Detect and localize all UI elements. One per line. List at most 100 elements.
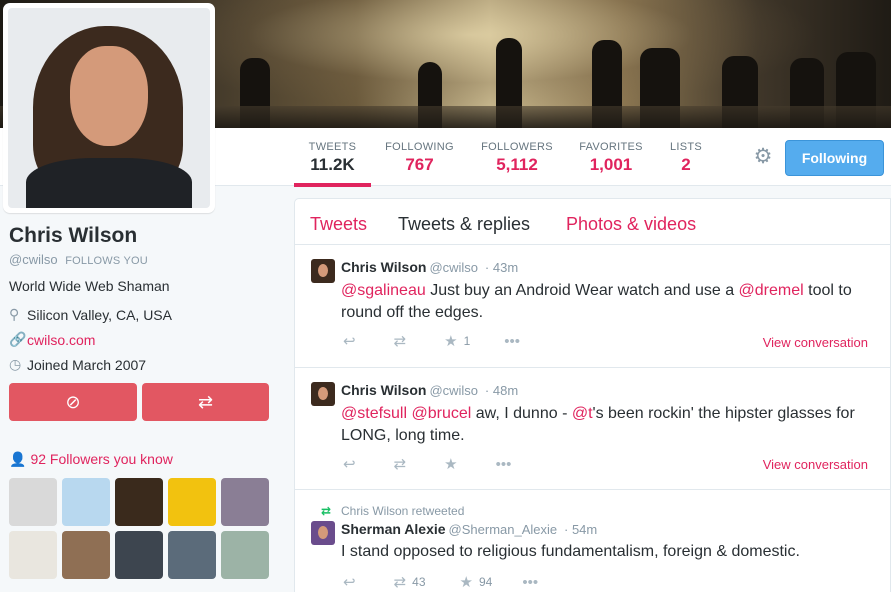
mute-button[interactable]: ⊘	[9, 383, 137, 421]
followers-you-know[interactable]: 👤 92 Followers you know	[9, 451, 173, 468]
tweet-author-name[interactable]: Chris Wilson	[341, 382, 426, 398]
view-conversation-link[interactable]: View conversation	[763, 335, 868, 350]
tweet-text: I stand opposed to religious fundamental…	[341, 543, 800, 560]
tweet-avatar[interactable]	[311, 259, 335, 283]
retweet-count: 43	[412, 575, 426, 589]
retweet-context: ⇄ Chris Wilson retweeted	[321, 504, 464, 518]
nav-lists[interactable]: LISTS 2	[664, 128, 708, 186]
tweet-timestamp[interactable]: · 43m	[485, 260, 518, 275]
tweet-author-handle[interactable]: @Sherman_Alexie	[449, 522, 558, 537]
tab-photos-and-videos[interactable]: Photos & videos	[566, 214, 696, 235]
follower-avatar[interactable]	[115, 531, 163, 579]
nav-lists-label: LISTS	[669, 141, 703, 153]
tweet-author-name[interactable]: Sherman Alexie	[341, 521, 446, 537]
mute-icon: ⊘	[65, 392, 81, 412]
mention-link[interactable]: @sgalineau	[341, 282, 426, 299]
nav-favorites[interactable]: FAVORITES 1,001	[576, 128, 646, 186]
follower-avatar[interactable]	[115, 478, 163, 526]
followers-you-know-label: 92 Followers you know	[30, 451, 173, 467]
tweet[interactable]: Chris Wilson @cwilso · 48m @stefsull @bru…	[295, 368, 890, 490]
nav-following-value: 767	[405, 155, 434, 174]
favorite-star-icon[interactable]: ★	[444, 455, 457, 473]
profile-location: Silicon Valley, CA, USA	[27, 306, 172, 323]
timeline: Tweets Tweets & replies Photos & videos …	[294, 198, 891, 592]
nav-following[interactable]: FOLLOWING 767	[382, 128, 457, 186]
tab-tweets[interactable]: Tweets	[310, 214, 367, 235]
profile-card: Chris Wilson @cwilso FOLLOWS YOU World W…	[9, 224, 274, 373]
tweet[interactable]: Chris Wilson @cwilso · 43m @sgalineau Jus…	[295, 245, 890, 368]
following-button[interactable]: Following	[785, 140, 884, 176]
link-icon: 🔗	[9, 331, 27, 347]
person-icon: 👤	[9, 451, 27, 467]
tweet-text-part: aw, I dunno -	[471, 405, 572, 422]
favorite-star-icon[interactable]: ★	[460, 573, 473, 591]
mention-link[interactable]: @t	[572, 405, 593, 422]
nav-lists-value: 2	[681, 155, 691, 174]
retweets-toggle-button[interactable]: ⇄	[142, 383, 269, 421]
view-conversation-link[interactable]: View conversation	[763, 457, 868, 472]
retweet-icon[interactable]: ⇄	[394, 332, 407, 350]
follows-you-badge: FOLLOWS YOU	[65, 255, 148, 267]
follower-avatar[interactable]	[9, 478, 57, 526]
follower-avatar[interactable]	[9, 531, 57, 579]
profile-website-link[interactable]: cwilso.com	[27, 332, 95, 348]
nav-followers-label: FOLLOWERS	[481, 141, 553, 153]
nav-tweets-label: TWEETS	[308, 141, 357, 153]
favorite-star-icon[interactable]: ★	[444, 332, 457, 350]
profile-bio: World Wide Web Shaman	[9, 278, 170, 294]
profile-avatar[interactable]	[3, 3, 215, 213]
reply-icon[interactable]: ↩	[343, 455, 356, 473]
retweeted-by-label[interactable]: Chris Wilson retweeted	[341, 504, 464, 518]
tweet-author-name[interactable]: Chris Wilson	[341, 259, 426, 275]
retweet-icon: ⇄	[321, 504, 332, 518]
tweet-author-handle[interactable]: @cwilso	[429, 383, 478, 398]
location-pin-icon: ⚲	[9, 306, 20, 322]
follower-avatar[interactable]	[62, 531, 110, 579]
profile-joined: Joined March 2007	[27, 356, 147, 373]
gear-icon[interactable]: ⚙	[752, 146, 774, 168]
favorite-count: 1	[463, 334, 471, 348]
more-dots-icon[interactable]: •••	[496, 456, 512, 473]
tweet-actions: ↩ ⇄ ★ 1 •••	[343, 332, 520, 351]
nav-followers[interactable]: FOLLOWERS 5,112	[478, 128, 556, 186]
tweet-text: @stefsull @brucel aw, I dunno - @t's bee…	[341, 403, 876, 447]
avatar	[8, 8, 210, 208]
nav-favorites-label: FAVORITES	[579, 141, 643, 153]
mention-link[interactable]: @stefsull	[341, 405, 407, 422]
retweet-icon[interactable]: ⇄	[394, 573, 407, 591]
tweet-avatar[interactable]	[311, 521, 335, 545]
mention-link[interactable]: @dremel	[739, 282, 804, 299]
nav-followers-value: 5,112	[496, 155, 538, 174]
more-dots-icon[interactable]: •••	[504, 333, 520, 350]
tweet-actions: ↩ ⇄ ★ •••	[343, 455, 512, 474]
reply-icon[interactable]: ↩	[343, 573, 356, 591]
retweet-icon[interactable]: ⇄	[394, 455, 407, 473]
profile-name[interactable]: Chris Wilson	[9, 224, 274, 248]
tweet-timestamp[interactable]: · 54m	[564, 522, 597, 537]
tweet-author-handle[interactable]: @cwilso	[429, 260, 478, 275]
reply-icon[interactable]: ↩	[343, 332, 356, 350]
mention-link[interactable]: @brucel	[412, 405, 472, 422]
nav-favorites-value: 1,001	[589, 155, 633, 174]
tweet-timestamp[interactable]: · 48m	[485, 383, 518, 398]
tweet-text: @sgalineau Just buy an Android Wear watc…	[341, 280, 876, 324]
follower-avatar[interactable]	[168, 531, 216, 579]
tweet-avatar[interactable]	[311, 382, 335, 406]
followers-you-know-grid	[9, 478, 274, 579]
retweet-icon: ⇄	[197, 392, 214, 412]
tweet[interactable]: ⇄ Chris Wilson retweeted Sherman Alexie @S…	[295, 490, 890, 592]
follower-avatar[interactable]	[221, 478, 269, 526]
more-dots-icon[interactable]: •••	[522, 574, 538, 591]
follower-avatar[interactable]	[221, 531, 269, 579]
nav-tweets[interactable]: TWEETS 11.2K	[294, 128, 371, 187]
tweet-actions: ↩ ⇄ 43 ★ 94 •••	[343, 573, 538, 592]
tweet-text-part: Just buy an Android Wear watch and use a	[425, 282, 739, 299]
clock-icon: ◷	[9, 356, 22, 372]
profile-handle[interactable]: @cwilso	[9, 252, 58, 267]
favorite-count: 94	[478, 575, 493, 589]
follower-avatar[interactable]	[62, 478, 110, 526]
timeline-tabs: Tweets Tweets & replies Photos & videos	[295, 199, 890, 245]
follower-avatar[interactable]	[168, 478, 216, 526]
nav-following-label: FOLLOWING	[385, 141, 454, 153]
tab-tweets-and-replies[interactable]: Tweets & replies	[398, 214, 530, 235]
